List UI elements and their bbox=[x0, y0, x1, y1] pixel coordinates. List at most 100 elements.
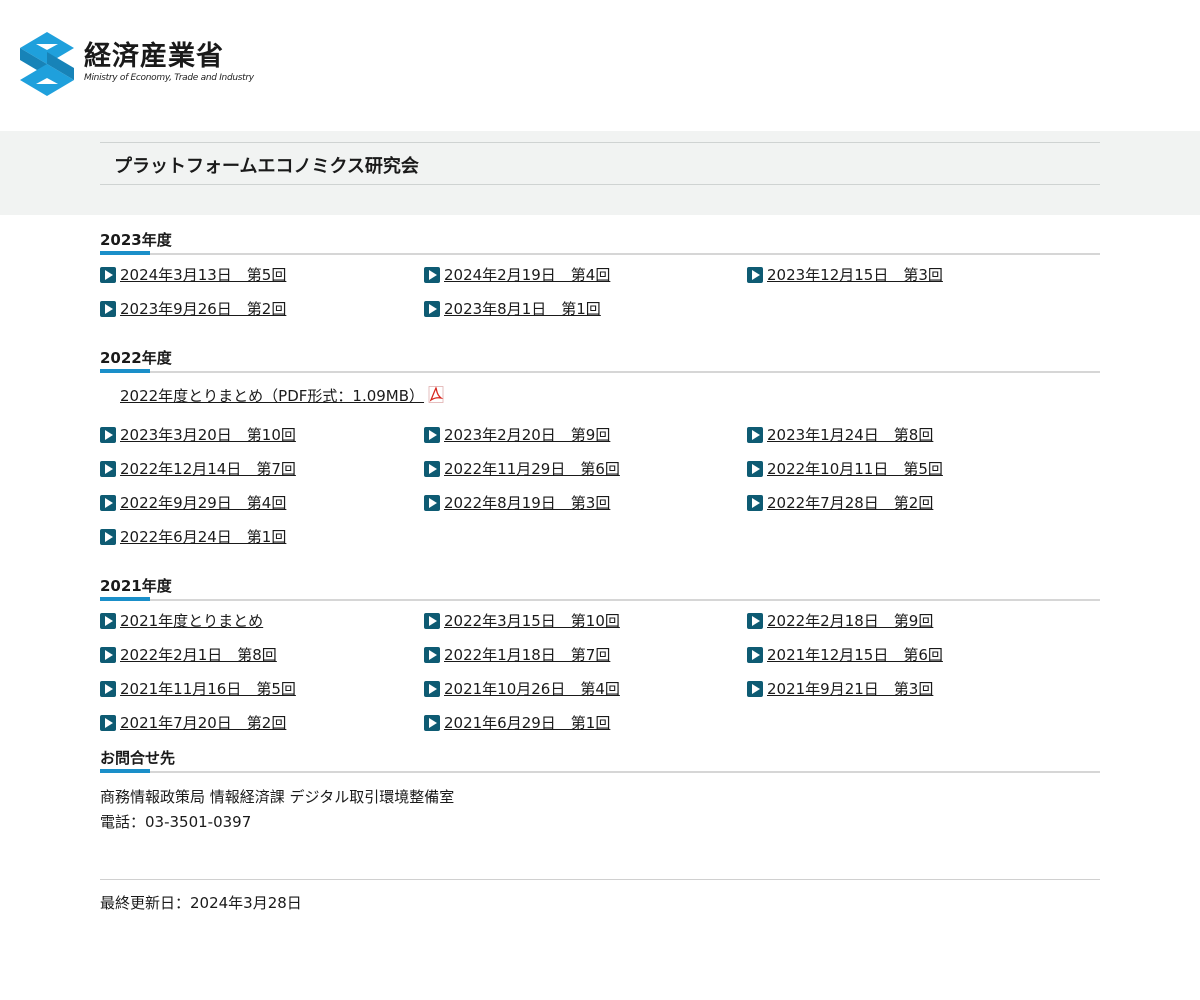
meeting-link-item: 2021年6月29日 第1回 bbox=[424, 713, 747, 747]
meti-logo[interactable]: 経済産業省 Ministry of Economy, Trade and Ind… bbox=[20, 32, 254, 98]
section-heading-2023: 2023年度 bbox=[100, 229, 1100, 255]
meeting-link-item: 2022年11月29日 第6回 bbox=[424, 459, 747, 493]
meeting-link[interactable]: 2022年9月29日 第4回 bbox=[120, 493, 286, 513]
meeting-link-item: 2023年1月24日 第8回 bbox=[747, 425, 1100, 459]
meeting-link[interactable]: 2022年7月28日 第2回 bbox=[767, 493, 933, 513]
meeting-links-2022: 2023年3月20日 第10回 2023年2月20日 第9回 2023年1月24… bbox=[100, 425, 1100, 561]
meeting-link-item: 2022年2月1日 第8回 bbox=[100, 645, 424, 679]
meeting-link[interactable]: 2022年10月11日 第5回 bbox=[767, 459, 943, 479]
play-arrow-icon bbox=[424, 613, 440, 629]
meeting-link-item: 2021年7月20日 第2回 bbox=[100, 713, 424, 747]
play-arrow-icon bbox=[747, 495, 763, 511]
section-2022: 2022年度 2022年度とりまとめ（PDF形式：1.09MB） 2023年3月… bbox=[100, 347, 1100, 561]
meeting-link[interactable]: 2023年8月1日 第1回 bbox=[444, 299, 601, 319]
play-arrow-icon bbox=[424, 301, 440, 317]
meeting-link[interactable]: 2023年2月20日 第9回 bbox=[444, 425, 610, 445]
meeting-link[interactable]: 2021年11月16日 第5回 bbox=[120, 679, 296, 699]
meeting-link-item: 2022年2月18日 第9回 bbox=[747, 611, 1100, 645]
section-2023: 2023年度 2024年3月13日 第5回 2024年2月19日 第4回 202… bbox=[100, 229, 1100, 333]
meeting-link[interactable]: 2022年6月24日 第1回 bbox=[120, 527, 286, 547]
play-arrow-icon bbox=[424, 681, 440, 697]
play-arrow-icon bbox=[747, 613, 763, 629]
meeting-link[interactable]: 2022年12月14日 第7回 bbox=[120, 459, 296, 479]
meeting-link-item: 2023年12月15日 第3回 bbox=[747, 265, 1100, 299]
meeting-link[interactable]: 2022年3月15日 第10回 bbox=[444, 611, 620, 631]
title-box: プラットフォームエコノミクス研究会 bbox=[100, 142, 1100, 185]
play-arrow-icon bbox=[424, 267, 440, 283]
section-heading-2022: 2022年度 bbox=[100, 347, 1100, 373]
meeting-link-item: 2023年9月26日 第2回 bbox=[100, 299, 424, 333]
meeting-link[interactable]: 2022年2月18日 第9回 bbox=[767, 611, 933, 631]
summary-pdf-link[interactable]: 2022年度とりまとめ（PDF形式：1.09MB） bbox=[120, 386, 424, 406]
play-arrow-icon bbox=[100, 715, 116, 731]
section-heading-text: 2021年度 bbox=[100, 577, 172, 595]
meeting-link[interactable]: 2023年1月24日 第8回 bbox=[767, 425, 933, 445]
title-band: プラットフォームエコノミクス研究会 bbox=[0, 131, 1200, 215]
meeting-link[interactable]: 2022年1月18日 第7回 bbox=[444, 645, 610, 665]
heading-accent-bar bbox=[100, 597, 150, 601]
play-arrow-icon bbox=[100, 427, 116, 443]
meeting-link[interactable]: 2021年6月29日 第1回 bbox=[444, 713, 610, 733]
meeting-link-item: 2024年3月13日 第5回 bbox=[100, 265, 424, 299]
play-arrow-icon bbox=[100, 681, 116, 697]
meeting-link-item: 2021年11月16日 第5回 bbox=[100, 679, 424, 713]
section-heading-text: お問合せ先 bbox=[100, 749, 176, 767]
meeting-link-item: 2024年2月19日 第4回 bbox=[424, 265, 747, 299]
contact-heading: お問合せ先 bbox=[100, 747, 1100, 773]
meeting-link[interactable]: 2022年2月1日 第8回 bbox=[120, 645, 277, 665]
meeting-link-item: 2022年12月14日 第7回 bbox=[100, 459, 424, 493]
meeting-link[interactable]: 2023年9月26日 第2回 bbox=[120, 299, 286, 319]
meeting-link-item: 2023年8月1日 第1回 bbox=[424, 299, 747, 333]
meeting-link[interactable]: 2022年8月19日 第3回 bbox=[444, 493, 610, 513]
meeting-link[interactable]: 2024年2月19日 第4回 bbox=[444, 265, 610, 285]
meeting-link-item: 2021年9月21日 第3回 bbox=[747, 679, 1100, 713]
meeting-link[interactable]: 2021年10月26日 第4回 bbox=[444, 679, 620, 699]
page-title: プラットフォームエコノミクス研究会 bbox=[114, 156, 419, 177]
contact-department: 商務情報政策局 情報経済課 デジタル取引環境整備室 bbox=[100, 788, 455, 806]
play-arrow-icon bbox=[424, 647, 440, 663]
play-arrow-icon bbox=[100, 495, 116, 511]
play-arrow-icon bbox=[424, 461, 440, 477]
meeting-link[interactable]: 2022年11月29日 第6回 bbox=[444, 459, 620, 479]
play-arrow-icon bbox=[747, 461, 763, 477]
play-arrow-icon bbox=[100, 301, 116, 317]
meeting-link-item: 2022年8月19日 第3回 bbox=[424, 493, 747, 527]
meeting-link-item: 2022年3月15日 第10回 bbox=[424, 611, 747, 645]
meeting-link[interactable]: 2023年3月20日 第10回 bbox=[120, 425, 296, 445]
meeting-link[interactable]: 2023年12月15日 第3回 bbox=[767, 265, 943, 285]
contact-phone: 電話：03-3501-0397 bbox=[100, 813, 252, 831]
meeting-link-item: 2021年度とりまとめ bbox=[100, 611, 424, 645]
meeting-link[interactable]: 2021年7月20日 第2回 bbox=[120, 713, 286, 733]
play-arrow-icon bbox=[747, 427, 763, 443]
summary-pdf-row: 2022年度とりまとめ（PDF形式：1.09MB） bbox=[100, 373, 1100, 425]
play-arrow-icon bbox=[424, 495, 440, 511]
heading-accent-bar bbox=[100, 769, 150, 773]
meti-emblem-icon bbox=[20, 32, 74, 96]
meeting-link-item: 2022年7月28日 第2回 bbox=[747, 493, 1100, 527]
logo-ministry-name: 経済産業省 bbox=[84, 41, 224, 72]
meeting-link[interactable]: 2021年9月21日 第3回 bbox=[767, 679, 933, 699]
site-header: 経済産業省 Ministry of Economy, Trade and Ind… bbox=[0, 0, 1200, 131]
meeting-links-2021: 2021年度とりまとめ 2022年3月15日 第10回 2022年2月18日 第… bbox=[100, 601, 1100, 747]
logo-text: 経済産業省 Ministry of Economy, Trade and Ind… bbox=[84, 42, 254, 84]
meeting-link-item: 2021年10月26日 第4回 bbox=[424, 679, 747, 713]
play-arrow-icon bbox=[747, 647, 763, 663]
meeting-link-item: 2023年3月20日 第10回 bbox=[100, 425, 424, 459]
meeting-link-item: 2023年2月20日 第9回 bbox=[424, 425, 747, 459]
meeting-link[interactable]: 2024年3月13日 第5回 bbox=[120, 265, 286, 285]
heading-accent-bar bbox=[100, 369, 150, 373]
meeting-link-item: 2022年10月11日 第5回 bbox=[747, 459, 1100, 493]
section-heading-text: 2022年度 bbox=[100, 349, 172, 367]
main-content: 2023年度 2024年3月13日 第5回 2024年2月19日 第4回 202… bbox=[100, 229, 1100, 835]
meeting-link[interactable]: 2021年度とりまとめ bbox=[120, 611, 263, 631]
contact-section: お問合せ先 商務情報政策局 情報経済課 デジタル取引環境整備室 電話：03-35… bbox=[100, 747, 1100, 835]
meeting-link-item: 2022年6月24日 第1回 bbox=[100, 527, 424, 561]
pdf-icon[interactable] bbox=[428, 386, 444, 403]
play-arrow-icon bbox=[747, 681, 763, 697]
play-arrow-icon bbox=[100, 613, 116, 629]
meeting-link[interactable]: 2021年12月15日 第6回 bbox=[767, 645, 943, 665]
heading-accent-bar bbox=[100, 251, 150, 255]
meeting-link-item: 2022年1月18日 第7回 bbox=[424, 645, 747, 679]
